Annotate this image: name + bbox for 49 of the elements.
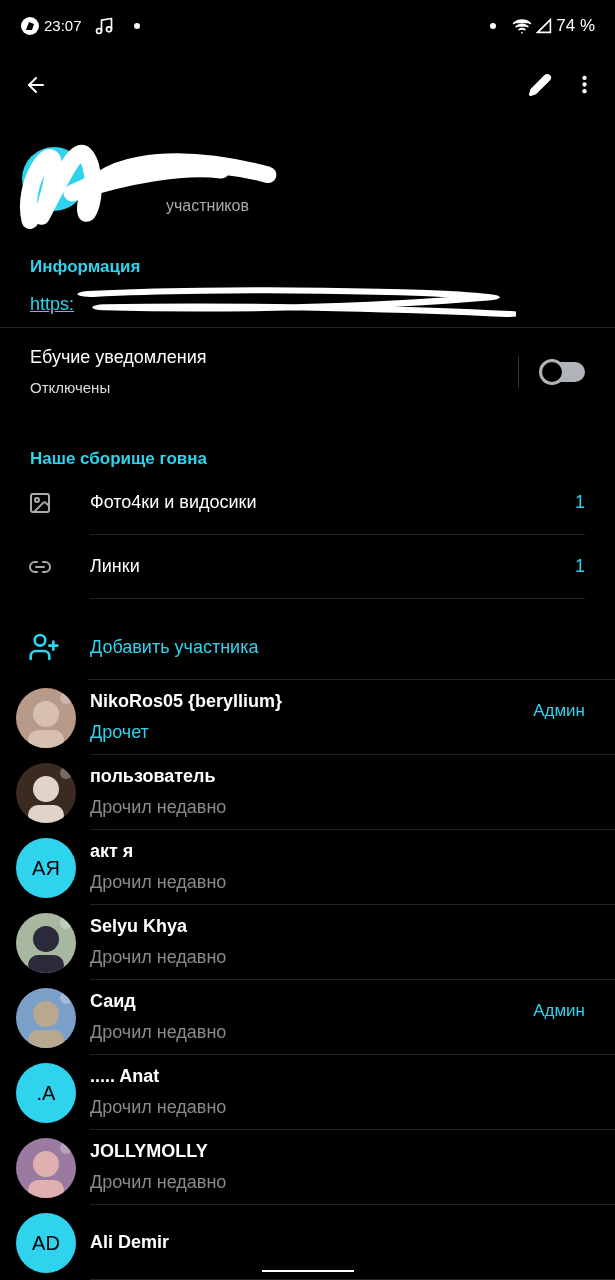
shared-media-row[interactable]: Линки 1 xyxy=(28,535,615,600)
section-heading: Информация xyxy=(30,255,142,278)
member-name: JOLLYMOLLY xyxy=(90,1140,209,1163)
member-name: Саид xyxy=(90,990,137,1013)
member-status: Дрочил недавно xyxy=(90,946,228,969)
member-name: Selyu Khya xyxy=(90,915,189,938)
initials-avatar: AD xyxy=(16,1212,76,1273)
member-status: Дрочет xyxy=(90,721,150,744)
invite-link[interactable]: https: xyxy=(30,290,75,318)
member-name: пользователь xyxy=(90,765,217,788)
member-name: ..... Anat xyxy=(90,1065,161,1088)
member-status: Дрочил недавно xyxy=(90,796,228,819)
member-status: Дрочил недавно xyxy=(90,1171,228,1194)
more-icon xyxy=(582,75,587,95)
admin-label: Админ xyxy=(533,1000,585,1022)
member-row[interactable]: AD Ali Demir xyxy=(0,1205,615,1280)
section-heading: Наше сборище говна xyxy=(29,447,208,470)
initials-avatar: .A xyxy=(16,1062,76,1123)
notifications-toggle[interactable] xyxy=(541,362,585,382)
battery-percentage: 74 % xyxy=(556,15,595,38)
member-status: Дрочил недавно xyxy=(90,1096,228,1119)
row-count: 1 xyxy=(575,555,585,579)
member-row[interactable]: пользователь Дрочил недавно xyxy=(0,755,615,830)
image-icon xyxy=(28,491,52,516)
setting-title: Ебучие уведомления xyxy=(30,346,208,370)
member-name: NikoRos05 {beryllium} xyxy=(90,690,284,713)
member-row[interactable]: NikoRos05 {beryllium} Дрочет Админ xyxy=(0,680,615,755)
initials-avatar: АЯ xyxy=(16,837,76,898)
row-label: Линки xyxy=(90,555,141,579)
member-name: акт я xyxy=(90,840,135,863)
member-row[interactable]: Selyu Khya Дрочил недавно xyxy=(0,905,615,980)
setting-status: Отключены xyxy=(30,378,112,399)
member-row[interactable]: АЯ акт я Дрочил недавно xyxy=(0,830,615,905)
pencil-icon xyxy=(528,72,552,97)
signal-icon xyxy=(536,17,553,34)
member-row[interactable]: JOLLYMOLLY Дрочил недавно xyxy=(0,1130,615,1205)
member-name: Ali Demir xyxy=(90,1230,171,1254)
clock-time: 23:07 xyxy=(44,15,82,36)
member-status: Дрочил недавно xyxy=(90,871,228,894)
add-member-button[interactable]: Добавить участника xyxy=(0,615,615,679)
admin-label: Админ xyxy=(533,700,585,722)
row-label: Фото4ки и видосики xyxy=(90,491,258,515)
music-note-icon xyxy=(93,15,114,36)
member-row[interactable]: Саид Дрочил недавно Админ xyxy=(0,980,615,1055)
member-count: участников xyxy=(166,195,249,216)
member-status: Дрочил недавно xyxy=(90,1021,228,1044)
member-row[interactable]: .A ..... Anat Дрочил недавно xyxy=(0,1055,615,1130)
shared-media-row[interactable]: Фото4ки и видосики 1 xyxy=(28,471,615,536)
row-count: 1 xyxy=(575,491,585,515)
